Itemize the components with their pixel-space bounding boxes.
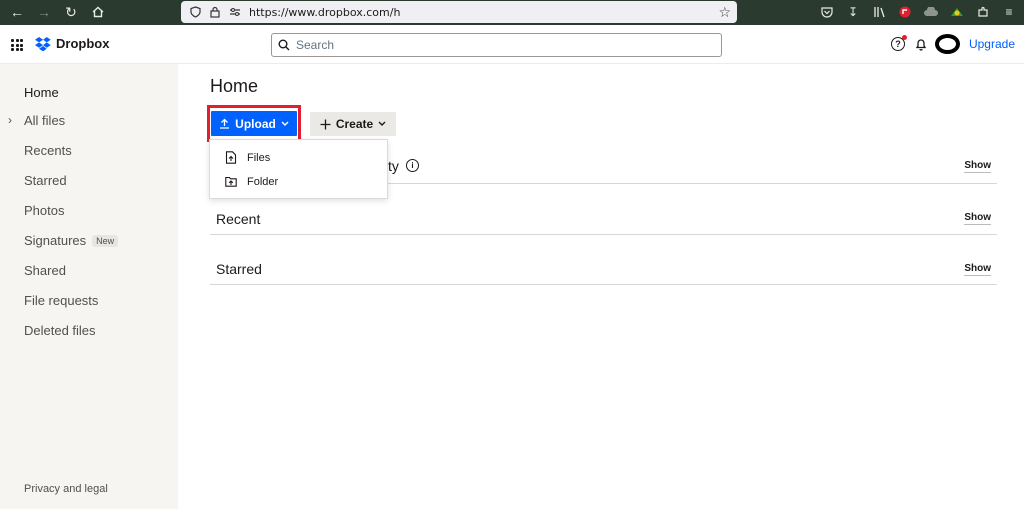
dropbox-logo-icon (35, 36, 51, 51)
lock-icon (207, 4, 223, 20)
sidebar-item-home[interactable]: Home (24, 85, 59, 100)
sidebar-item-signatures[interactable]: Signatures New (24, 233, 119, 248)
app-grid-icon[interactable] (11, 39, 23, 51)
page-title: Home (210, 76, 259, 96)
pocket-icon[interactable] (816, 2, 838, 22)
chevron-down-icon (378, 121, 386, 126)
create-label: Create (335, 117, 374, 131)
section-show-button[interactable]: Show (964, 160, 991, 173)
adblock-extension-icon[interactable] (894, 2, 916, 22)
extension-flag-icon[interactable] (946, 2, 968, 22)
sidebar-item-all-files[interactable]: › All files (8, 113, 66, 128)
bell-icon[interactable] (915, 38, 927, 51)
file-upload-icon (225, 151, 237, 164)
help-icon[interactable]: ? (890, 35, 907, 51)
url-text: https://www.dropbox.com/h (249, 5, 401, 19)
sidebar-item-file-requests[interactable]: File requests (24, 293, 98, 308)
sidebar-item-label: Recents (24, 143, 72, 158)
sidebar-item-label: Shared (24, 263, 66, 278)
sidebar-item-starred[interactable]: Starred (24, 173, 67, 188)
help-glyph: ? (895, 39, 901, 49)
header-actions: ? Upgrade (890, 34, 1015, 54)
section-divider (210, 234, 997, 235)
forward-icon[interactable]: → (33, 1, 55, 23)
sidebar-item-deleted-files[interactable]: Deleted files (24, 323, 96, 338)
upgrade-link[interactable]: Upgrade (969, 37, 1015, 51)
upload-highlight-box (207, 105, 301, 142)
sidebar-item-label: File requests (24, 293, 99, 308)
sidebar-item-label: All files (24, 113, 66, 128)
home-icon[interactable] (87, 1, 109, 23)
sidebar-item-label: Starred (24, 173, 67, 188)
section-divider (210, 284, 997, 285)
upload-dropdown-menu: Files Folder (209, 139, 388, 199)
info-icon[interactable]: i (406, 159, 419, 172)
browser-toolbar: ← → ↻ https://www.dropbox.com/h ☆ ↧ ≡ (0, 0, 1024, 25)
avatar[interactable] (934, 34, 960, 54)
create-button[interactable]: Create (310, 112, 396, 136)
download-icon[interactable]: ↧ (842, 2, 864, 22)
sidebar-item-label: Deleted files (24, 323, 96, 338)
back-icon[interactable]: ← (6, 1, 28, 23)
notification-dot (901, 35, 907, 40)
new-badge: New (92, 234, 119, 247)
app-header: Dropbox ? Upgrade (0, 25, 1024, 64)
cloud-extension-icon[interactable] (920, 2, 942, 22)
section-show-button[interactable]: Show (964, 212, 991, 225)
plus-icon (320, 119, 331, 129)
privacy-legal-link[interactable]: Privacy and legal (24, 483, 108, 495)
sidebar-item-label: Photos (24, 203, 65, 218)
section-title-starred: Starred (216, 261, 262, 277)
menu-item-label: Files (247, 151, 271, 164)
address-bar[interactable]: https://www.dropbox.com/h ☆ (181, 1, 737, 23)
sidebar-item-label: Home (24, 85, 59, 100)
search-icon (278, 39, 290, 51)
section-title-activity: ty (388, 158, 399, 174)
shield-icon (187, 4, 203, 20)
sidebar-item-shared[interactable]: Shared (24, 263, 66, 278)
menu-item-files[interactable]: Files (225, 151, 270, 164)
dropbox-logo[interactable]: Dropbox (35, 36, 109, 51)
sidebar-item-recents[interactable]: Recents (24, 143, 72, 158)
extensions-puzzle-icon[interactable] (972, 2, 994, 22)
folder-upload-icon (225, 176, 237, 187)
section-show-button[interactable]: Show (964, 263, 991, 276)
sidebar: Home › All files Recents Starred Photos … (0, 64, 178, 509)
reload-icon[interactable]: ↻ (60, 1, 82, 23)
menu-item-folder[interactable]: Folder (225, 175, 278, 188)
brand-name: Dropbox (56, 36, 110, 51)
chevron-right-icon[interactable]: › (8, 113, 12, 127)
permissions-icon (227, 4, 243, 20)
library-icon[interactable] (868, 2, 890, 22)
menu-item-label: Folder (247, 175, 279, 188)
menu-hamburger-icon[interactable]: ≡ (998, 2, 1020, 22)
search-input[interactable] (296, 38, 696, 52)
sidebar-item-photos[interactable]: Photos (24, 203, 64, 218)
section-title-recent: Recent (216, 211, 261, 227)
bookmark-star-icon[interactable]: ☆ (718, 4, 731, 21)
sidebar-item-label: Signatures (24, 233, 87, 248)
search-box[interactable] (271, 33, 722, 57)
browser-extensions: ↧ ≡ (816, 2, 1020, 22)
